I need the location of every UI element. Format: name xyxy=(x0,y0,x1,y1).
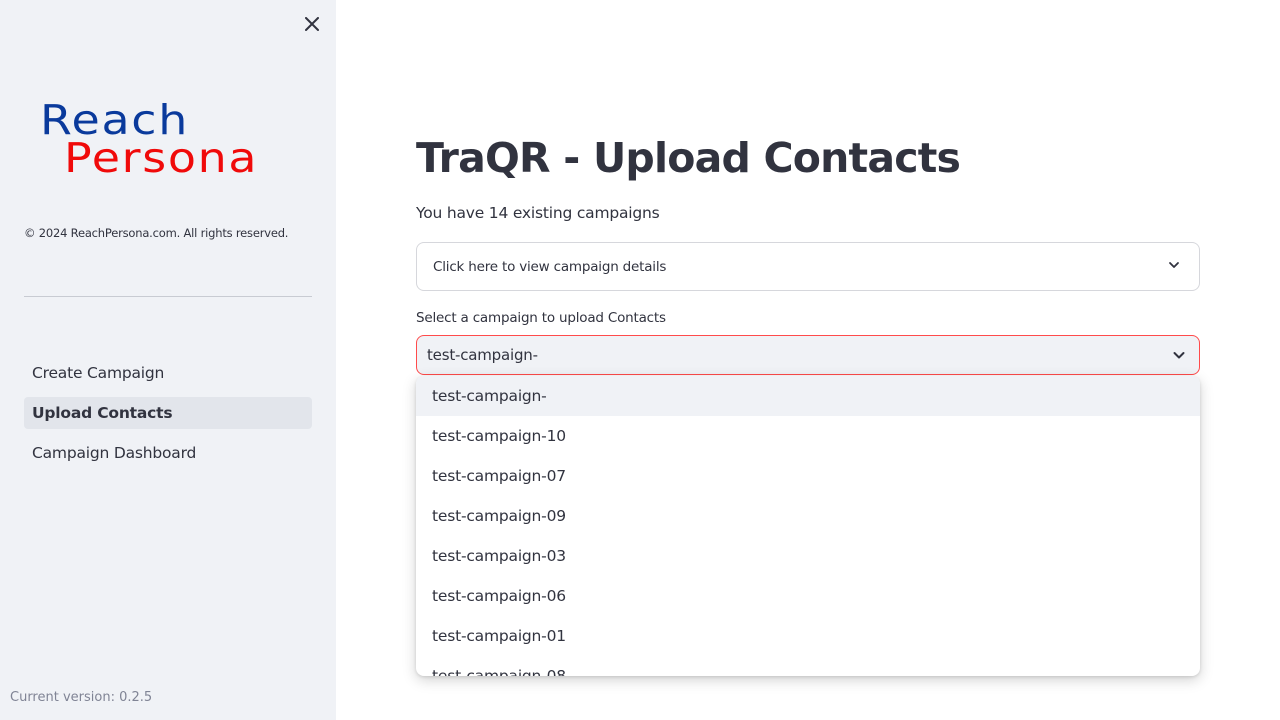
campaign-dropdown-list: test-campaign- test-campaign-10 test-cam… xyxy=(416,376,1200,676)
campaign-select-input[interactable] xyxy=(427,346,1127,364)
sidebar-nav: Create Campaign Upload Contacts Campaign… xyxy=(24,357,312,477)
campaign-count-text: You have 14 existing campaigns xyxy=(416,204,660,222)
copyright-text: © 2024 ReachPersona.com. All rights rese… xyxy=(24,226,289,240)
dropdown-option[interactable]: test-campaign-06 xyxy=(416,576,1200,616)
expander-label: Click here to view campaign details xyxy=(433,258,667,275)
chevron-down-icon xyxy=(1169,262,1179,268)
sidebar-divider xyxy=(24,296,312,297)
campaign-details-expander[interactable]: Click here to view campaign details xyxy=(416,242,1200,291)
page-title: TraQR - Upload Contacts xyxy=(416,134,961,182)
sidebar: Reach Persona © 2024 ReachPersona.com. A… xyxy=(0,0,336,720)
dropdown-option[interactable]: test-campaign-01 xyxy=(416,616,1200,656)
close-icon xyxy=(305,17,319,31)
logo-line-2: Persona xyxy=(64,134,259,182)
close-sidebar-button[interactable] xyxy=(300,12,324,36)
dropdown-option[interactable]: test-campaign-03 xyxy=(416,536,1200,576)
dropdown-option[interactable]: test-campaign- xyxy=(416,376,1200,416)
dropdown-option[interactable]: test-campaign-10 xyxy=(416,416,1200,456)
chevron-down-icon[interactable] xyxy=(1171,347,1187,363)
dropdown-option[interactable]: test-campaign-07 xyxy=(416,456,1200,496)
dropdown-option[interactable]: test-campaign-08 xyxy=(416,656,1200,676)
nav-item-upload-contacts[interactable]: Upload Contacts xyxy=(24,397,312,429)
dropdown-option[interactable]: test-campaign-09 xyxy=(416,496,1200,536)
version-text: Current version: 0.2.5 xyxy=(10,690,153,705)
nav-item-campaign-dashboard[interactable]: Campaign Dashboard xyxy=(24,437,312,469)
campaign-select-label: Select a campaign to upload Contacts xyxy=(416,310,666,326)
nav-item-create-campaign[interactable]: Create Campaign xyxy=(24,357,312,389)
campaign-select[interactable] xyxy=(416,335,1200,375)
reachpersona-logo: Reach Persona xyxy=(38,100,300,184)
